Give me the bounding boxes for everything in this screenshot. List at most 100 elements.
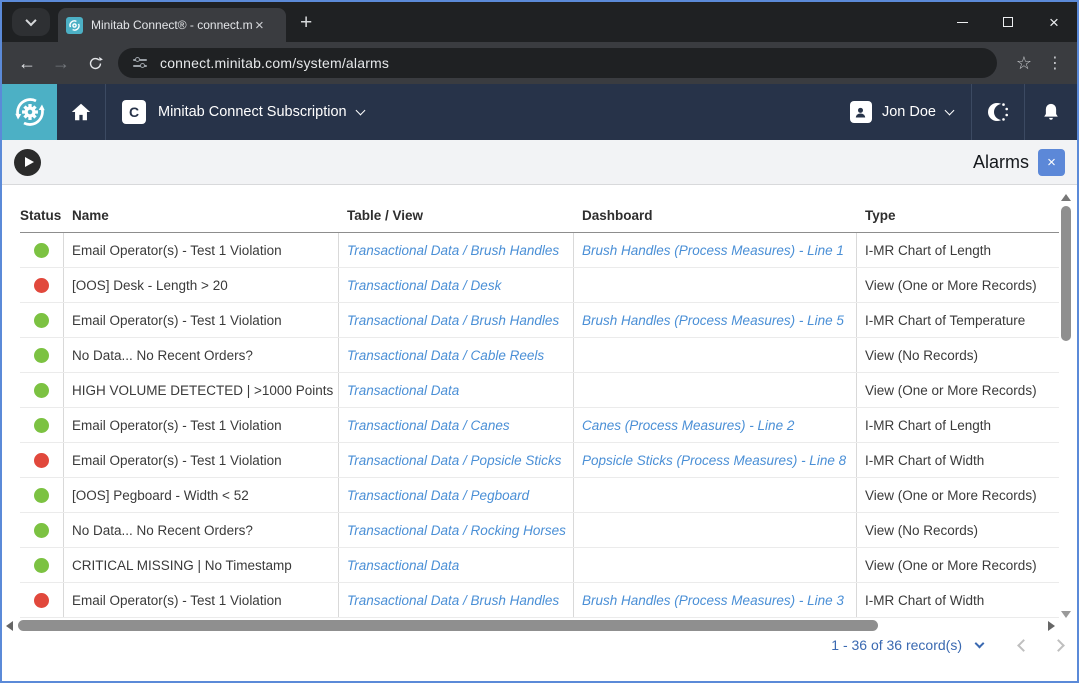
alarm-name: Email Operator(s) - Test 1 Violation bbox=[72, 313, 282, 328]
table-view-link[interactable]: Transactional Data / Brush Handles bbox=[347, 593, 559, 608]
scroll-up-icon[interactable] bbox=[1061, 194, 1071, 201]
status-dot bbox=[34, 418, 49, 433]
next-page-icon[interactable] bbox=[1052, 639, 1065, 652]
address-bar[interactable]: connect.minitab.com/system/alarms bbox=[118, 48, 997, 78]
minimize-button[interactable] bbox=[939, 2, 985, 42]
browser-menu-icon[interactable]: ⋮ bbox=[1041, 53, 1069, 73]
alarm-name: No Data... No Recent Orders? bbox=[72, 523, 253, 538]
new-tab-button[interactable]: + bbox=[300, 12, 312, 33]
site-settings-icon[interactable] bbox=[132, 55, 148, 71]
tab-search-button[interactable] bbox=[12, 8, 50, 36]
status-cell bbox=[20, 513, 64, 547]
table-row[interactable]: Email Operator(s) - Test 1 Violation Tra… bbox=[20, 303, 1059, 338]
scroll-down-icon[interactable] bbox=[1061, 611, 1071, 618]
previous-page-icon[interactable] bbox=[1017, 639, 1030, 652]
home-icon bbox=[70, 101, 92, 123]
subscription-switcher[interactable]: C Minitab Connect Subscription bbox=[106, 84, 380, 140]
alarm-name: [OOS] Desk - Length > 20 bbox=[72, 278, 228, 293]
type-cell: View (One or More Records) bbox=[857, 268, 1059, 302]
minimize-icon bbox=[957, 22, 968, 23]
table-view-link[interactable]: Transactional Data / Brush Handles bbox=[347, 313, 559, 328]
alarm-name: No Data... No Recent Orders? bbox=[72, 348, 253, 363]
dashboard-cell bbox=[574, 548, 857, 582]
table-row[interactable]: Email Operator(s) - Test 1 Violation Tra… bbox=[20, 583, 1059, 618]
table-view-link[interactable]: Transactional Data bbox=[347, 558, 459, 573]
maximize-button[interactable] bbox=[985, 2, 1031, 42]
table-row[interactable]: [OOS] Desk - Length > 20 Transactional D… bbox=[20, 268, 1059, 303]
dashboard-link[interactable]: Popsicle Sticks (Process Measures) - Lin… bbox=[582, 453, 846, 468]
column-header-table-view[interactable]: Table / View bbox=[339, 203, 574, 232]
table-view-link[interactable]: Transactional Data / Desk bbox=[347, 278, 501, 293]
browser-tab[interactable]: Minitab Connect® - connect.mi × bbox=[58, 8, 286, 42]
tab-close-icon[interactable]: × bbox=[255, 18, 264, 33]
tab-title: Minitab Connect® - connect.mi bbox=[91, 18, 253, 32]
browser-toolbar: ← → connect.minitab.com/system/alarms ☆ … bbox=[2, 42, 1077, 84]
status-dot bbox=[34, 243, 49, 258]
table-view-link[interactable]: Transactional Data / Rocking Horses bbox=[347, 523, 566, 538]
status-dot bbox=[34, 453, 49, 468]
type-cell: View (One or More Records) bbox=[857, 373, 1059, 407]
scroll-right-icon[interactable] bbox=[1048, 621, 1055, 631]
panel-close-button[interactable]: × bbox=[1038, 149, 1065, 176]
reload-button[interactable] bbox=[78, 46, 112, 80]
table-row[interactable]: Email Operator(s) - Test 1 Violation Tra… bbox=[20, 233, 1059, 268]
dashboard-link[interactable]: Brush Handles (Process Measures) - Line … bbox=[582, 243, 844, 258]
column-header-dashboard[interactable]: Dashboard bbox=[574, 203, 857, 232]
swirl-gear-icon bbox=[12, 94, 48, 130]
vertical-scrollbar[interactable] bbox=[1058, 192, 1074, 620]
url-text[interactable]: connect.minitab.com/system/alarms bbox=[160, 55, 389, 71]
dashboard-link[interactable]: Brush Handles (Process Measures) - Line … bbox=[582, 313, 844, 328]
table-view-link[interactable]: Transactional Data bbox=[347, 383, 459, 398]
dashboard-cell bbox=[574, 513, 857, 547]
table-view-link[interactable]: Transactional Data / Brush Handles bbox=[347, 243, 559, 258]
column-header-type[interactable]: Type bbox=[857, 203, 1059, 232]
table-view-link[interactable]: Transactional Data / Popsicle Sticks bbox=[347, 453, 561, 468]
dashboard-cell bbox=[574, 373, 857, 407]
table-row[interactable]: [OOS] Pegboard - Width < 52 Transactiona… bbox=[20, 478, 1059, 513]
notifications-button[interactable] bbox=[1025, 84, 1077, 140]
table-row[interactable]: No Data... No Recent Orders? Transaction… bbox=[20, 513, 1059, 548]
column-header-name[interactable]: Name bbox=[64, 203, 339, 232]
table-view-cell: Transactional Data bbox=[339, 548, 574, 582]
table-row[interactable]: HIGH VOLUME DETECTED | >1000 Points Tran… bbox=[20, 373, 1059, 408]
bookmark-star-icon[interactable]: ☆ bbox=[1007, 53, 1041, 74]
type-cell: I-MR Chart of Length bbox=[857, 408, 1059, 442]
subscription-badge: C bbox=[122, 100, 146, 124]
name-cell: [OOS] Desk - Length > 20 bbox=[64, 268, 339, 302]
scheduler-button[interactable] bbox=[972, 84, 1024, 140]
dashboard-cell bbox=[574, 478, 857, 512]
status-dot bbox=[34, 558, 49, 573]
dashboard-link[interactable]: Canes (Process Measures) - Line 2 bbox=[582, 418, 794, 433]
dashboard-link[interactable]: Brush Handles (Process Measures) - Line … bbox=[582, 593, 844, 608]
user-menu[interactable]: Jon Doe bbox=[832, 84, 971, 140]
table-row[interactable]: No Data... No Recent Orders? Transaction… bbox=[20, 338, 1059, 373]
table-view-link[interactable]: Transactional Data / Pegboard bbox=[347, 488, 529, 503]
table-view-cell: Transactional Data / Popsicle Sticks bbox=[339, 443, 574, 477]
table-view-cell: Transactional Data bbox=[339, 373, 574, 407]
pagination: 1 - 36 of 36 record(s) bbox=[831, 637, 1063, 653]
home-button[interactable] bbox=[57, 84, 105, 140]
table-row[interactable]: Email Operator(s) - Test 1 Violation Tra… bbox=[20, 408, 1059, 443]
table-view-cell: Transactional Data / Brush Handles bbox=[339, 583, 574, 617]
alarm-type: View (One or More Records) bbox=[865, 558, 1037, 573]
vertical-scroll-thumb[interactable] bbox=[1061, 206, 1071, 341]
scroll-left-icon[interactable] bbox=[6, 621, 13, 631]
status-dot bbox=[34, 313, 49, 328]
back-button[interactable]: ← bbox=[10, 46, 44, 80]
app-header: C Minitab Connect Subscription Jon Doe bbox=[2, 84, 1077, 140]
table-row[interactable]: CRITICAL MISSING | No Timestamp Transact… bbox=[20, 548, 1059, 583]
status-dot bbox=[34, 593, 49, 608]
table-row[interactable]: Email Operator(s) - Test 1 Violation Tra… bbox=[20, 443, 1059, 478]
table-view-link[interactable]: Transactional Data / Cable Reels bbox=[347, 348, 544, 363]
horizontal-scrollbar[interactable] bbox=[2, 619, 1059, 633]
minitab-connect-logo[interactable] bbox=[2, 84, 57, 140]
close-window-button[interactable]: × bbox=[1031, 2, 1077, 42]
dashboard-cell: Canes (Process Measures) - Line 2 bbox=[574, 408, 857, 442]
table-view-cell: Transactional Data / Rocking Horses bbox=[339, 513, 574, 547]
play-button[interactable] bbox=[14, 149, 41, 176]
table-view-link[interactable]: Transactional Data / Canes bbox=[347, 418, 510, 433]
horizontal-scroll-thumb[interactable] bbox=[18, 620, 878, 631]
column-header-status[interactable]: Status bbox=[20, 203, 64, 232]
forward-button[interactable]: → bbox=[44, 46, 78, 80]
page-size-dropdown-icon[interactable] bbox=[975, 638, 985, 648]
